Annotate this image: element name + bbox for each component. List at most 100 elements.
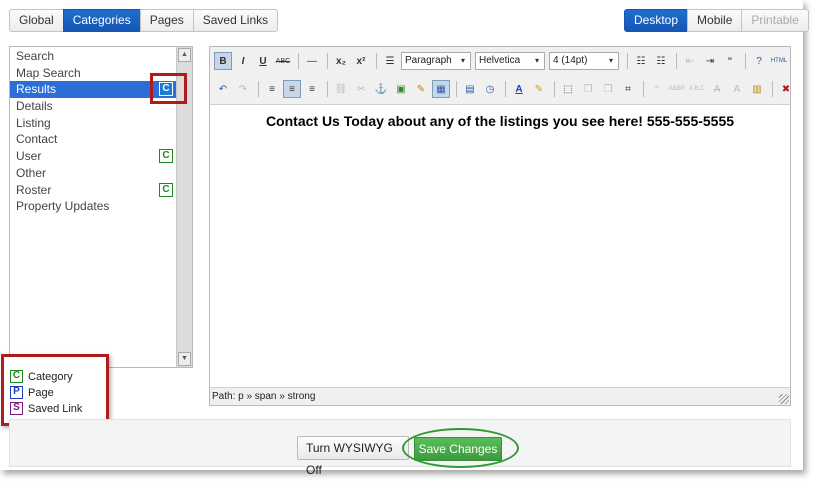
toolbar-separator xyxy=(258,81,259,97)
underline-icon[interactable]: U xyxy=(254,52,272,70)
list-item-other[interactable]: Other xyxy=(10,165,176,182)
bullet-list-icon[interactable]: ☷ xyxy=(632,52,650,70)
align-left-icon[interactable]: ≡ xyxy=(263,80,281,98)
highlight-color-icon[interactable]: ✎ xyxy=(530,80,548,98)
strikethrough-icon[interactable]: ABC xyxy=(274,52,292,70)
tab-categories[interactable]: Categories xyxy=(62,9,141,32)
layer-icon[interactable]: ⬚ xyxy=(559,80,577,98)
crop-icon[interactable]: ⌗ xyxy=(619,80,637,98)
tab-desktop[interactable]: Desktop xyxy=(624,9,689,32)
copy-icon[interactable]: ❐ xyxy=(579,80,597,98)
editor-statusbar: Path: p » span » strong xyxy=(210,387,790,405)
legend-row-saved-link: S Saved Link xyxy=(10,401,82,416)
cite-icon[interactable]: “” xyxy=(648,80,666,98)
list-item-label: User xyxy=(16,149,42,164)
legend-row-page: P Page xyxy=(10,385,54,400)
subscript-icon[interactable]: x₂ xyxy=(332,52,350,70)
editor-content-area[interactable]: Contact Us Today about any of the listin… xyxy=(210,105,790,387)
list-item-label: Search xyxy=(16,49,55,63)
element-path: Path: p » span » strong xyxy=(212,391,316,402)
toolbar-separator xyxy=(505,81,506,97)
list-item-label: Details xyxy=(16,99,53,114)
wysiwyg-editor: B I U ABC — x₂ x² ☰ Paragraph Helvetica … xyxy=(209,46,791,406)
list-item-label: Results xyxy=(16,82,57,97)
list-item-label: Listing xyxy=(16,115,51,130)
editor-text: Contact Us Today about any of the listin… xyxy=(265,113,735,129)
redo-icon[interactable]: ↷ xyxy=(234,80,252,98)
toolbar-separator xyxy=(772,81,773,97)
toolbar-separator xyxy=(456,81,457,97)
category-badge-icon: C xyxy=(159,182,173,197)
list-item-label: Roster xyxy=(16,182,52,197)
toolbar-separator xyxy=(643,81,644,97)
scroll-up-icon[interactable]: ▲ xyxy=(178,48,191,62)
legend-row-category: C Category xyxy=(10,369,73,384)
list-item-listing[interactable]: Listing xyxy=(10,115,176,132)
align-center-icon[interactable]: ≡ xyxy=(283,80,301,98)
help-icon[interactable]: ? xyxy=(750,52,768,70)
outdent-icon[interactable]: ⇤ xyxy=(681,52,699,70)
bold-icon[interactable]: B xyxy=(214,52,232,70)
html-source-icon[interactable]: HTML xyxy=(770,52,788,70)
justify-icon[interactable]: ☰ xyxy=(381,52,399,70)
undo-icon[interactable]: ↶ xyxy=(214,80,232,98)
insert-time-icon[interactable]: ◷ xyxy=(481,80,499,98)
anchor-icon[interactable]: ⚓ xyxy=(372,80,390,98)
unlink-icon[interactable]: ✂ xyxy=(352,80,370,98)
align-right-icon[interactable]: ≡ xyxy=(303,80,321,98)
toolbar-separator xyxy=(327,81,328,97)
abbr-icon[interactable]: ABBR xyxy=(668,80,686,98)
list-item-label: Property Updates xyxy=(16,199,110,214)
tab-pages[interactable]: Pages xyxy=(139,9,194,32)
numbered-list-icon[interactable]: ☷ xyxy=(652,52,670,70)
list-item-search[interactable]: Search xyxy=(10,48,176,65)
horizontal-rule-icon[interactable]: — xyxy=(303,52,321,70)
list-item-property-updates[interactable]: Property Updates xyxy=(10,198,176,215)
attributes-icon[interactable]: ▥ xyxy=(748,80,766,98)
toolbar-separator xyxy=(745,53,746,69)
toggle-wysiwyg-button[interactable]: Turn WYSIWYG Off xyxy=(297,436,409,477)
list-item-contact[interactable]: Contact xyxy=(10,131,176,148)
toolbar-separator xyxy=(376,53,377,69)
acronym-icon[interactable]: A.B.C xyxy=(688,80,706,98)
scroll-down-icon[interactable]: ▼ xyxy=(178,352,191,366)
cleanup-icon[interactable]: ✎ xyxy=(412,80,430,98)
italic-icon[interactable]: I xyxy=(234,52,252,70)
insert-date-icon[interactable]: ▤ xyxy=(461,80,479,98)
toolbar-separator xyxy=(676,53,677,69)
page-key-icon: P xyxy=(10,386,23,399)
paste-icon[interactable]: ❐ xyxy=(599,80,617,98)
editor-toolbar: B I U ABC — x₂ x² ☰ Paragraph Helvetica … xyxy=(210,47,790,105)
badge-legend: C Category P Page S Saved Link xyxy=(1,354,109,426)
image-icon[interactable]: ▣ xyxy=(392,80,410,98)
legend-label: Category xyxy=(28,370,73,383)
text-color-icon[interactable]: A xyxy=(510,80,528,98)
superscript-icon[interactable]: x² xyxy=(352,52,370,70)
font-select[interactable]: Helvetica xyxy=(475,52,545,70)
legend-label: Saved Link xyxy=(28,402,83,415)
tab-printable[interactable]: Printable xyxy=(741,9,809,32)
scope-tabs: Global Categories Pages Saved Links xyxy=(9,9,279,32)
list-item-roster[interactable]: Roster C xyxy=(10,182,176,199)
legend-label: Page xyxy=(28,386,54,399)
category-key-icon: C xyxy=(10,370,23,383)
visual-aid-icon[interactable]: ▦ xyxy=(432,80,450,98)
resize-handle-icon[interactable] xyxy=(779,394,789,404)
delete-text-icon[interactable]: A xyxy=(708,80,726,98)
link-icon[interactable]: ⛓ xyxy=(332,80,350,98)
remove-format-icon[interactable]: ✖ xyxy=(777,80,795,98)
font-size-select[interactable]: 4 (14pt) xyxy=(549,52,619,70)
tab-global[interactable]: Global xyxy=(9,9,64,32)
indent-icon[interactable]: ⇥ xyxy=(701,52,719,70)
list-item-label: Contact xyxy=(16,132,58,147)
format-select[interactable]: Paragraph xyxy=(401,52,471,70)
list-item-user[interactable]: User C xyxy=(10,148,176,165)
insert-text-icon[interactable]: A xyxy=(728,80,746,98)
list-item-label: Map Search xyxy=(16,65,81,80)
list-item-label: Other xyxy=(16,165,47,180)
tab-saved-links[interactable]: Saved Links xyxy=(192,9,279,32)
tab-mobile[interactable]: Mobile xyxy=(687,9,743,32)
category-badge-icon: C xyxy=(159,149,173,164)
toolbar-separator xyxy=(298,53,299,69)
blockquote-icon[interactable]: “ xyxy=(721,52,739,70)
